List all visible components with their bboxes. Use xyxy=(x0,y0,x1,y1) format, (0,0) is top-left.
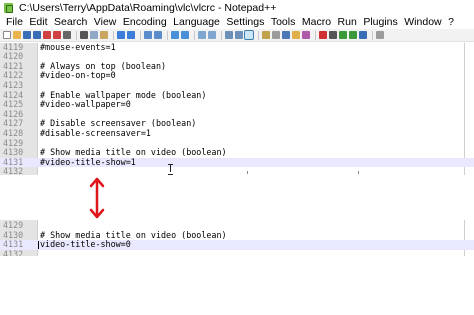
toolbar xyxy=(0,29,474,42)
word-wrap-icon[interactable] xyxy=(225,31,233,39)
line-text: video-title-show=0 xyxy=(40,239,131,250)
menu-search[interactable]: Search xyxy=(54,16,87,28)
find-icon[interactable] xyxy=(144,31,152,39)
stop-record-icon[interactable] xyxy=(329,31,337,39)
indent-guide-icon[interactable] xyxy=(244,30,254,40)
menu-edit[interactable]: Edit xyxy=(29,16,47,28)
editor-line[interactable]: 4128 #disable-screensaver=1 xyxy=(0,127,474,139)
close-icon[interactable] xyxy=(43,31,51,39)
toolbar-separator xyxy=(167,30,168,40)
toolbar-separator xyxy=(372,30,373,40)
zoom-in-icon[interactable] xyxy=(171,31,179,39)
close-all-icon[interactable] xyxy=(53,31,61,39)
editor-line[interactable]: 4122 #video-on-top=0 xyxy=(0,71,474,81)
menu-settings[interactable]: Settings xyxy=(226,16,264,28)
redo-icon[interactable] xyxy=(127,31,135,39)
save-icon[interactable] xyxy=(23,31,31,39)
line-text: #video-on-top=0 xyxy=(40,70,116,81)
zoom-out-icon[interactable] xyxy=(181,31,189,39)
menu-tools[interactable]: Tools xyxy=(271,16,296,28)
extra-icon[interactable] xyxy=(376,31,384,39)
sync-horizontal-icon[interactable] xyxy=(208,31,216,39)
sync-vertical-icon[interactable] xyxy=(198,31,206,39)
editor-line[interactable]: 4125 #video-wallpaper=0 xyxy=(0,99,474,110)
mouse-ibeam-cursor xyxy=(168,164,173,175)
function-list-icon[interactable] xyxy=(282,31,290,39)
doc-map-icon[interactable] xyxy=(272,31,280,39)
editor-line[interactable]: 4132 xyxy=(0,167,474,175)
paste-icon[interactable] xyxy=(100,31,108,39)
menu-encoding[interactable]: Encoding xyxy=(123,16,167,28)
menu-bar: File Edit Search View Encoding Language Settin… xyxy=(0,15,474,29)
monitoring-icon[interactable] xyxy=(302,31,310,39)
menu-language[interactable]: Language xyxy=(173,16,220,28)
editor-pane-bottom[interactable]: 4129 4130 # Show media title on video (boo… xyxy=(0,220,474,256)
toolbar-separator xyxy=(140,30,141,40)
double-headed-arrow xyxy=(89,177,105,219)
open-file-icon[interactable] xyxy=(13,31,21,39)
print-icon[interactable] xyxy=(63,31,71,39)
menu-macro[interactable]: Macro xyxy=(302,16,331,28)
line-text: #disable-screensaver=1 xyxy=(40,127,151,138)
editor-line[interactable]: 4131 #video-title-show=1 xyxy=(0,156,474,168)
save-macro-icon[interactable] xyxy=(359,31,367,39)
show-all-chars-icon[interactable] xyxy=(235,31,243,39)
window-title: C:\Users\Terry\AppData\Roaming\vlc\vlcrc… xyxy=(19,1,277,14)
toolbar-separator xyxy=(315,30,316,40)
editor-pane-top[interactable]: 4119 #mouse-events=1 4120 4121 # Always on t… xyxy=(0,43,474,175)
line-text: #video-wallpaper=0 xyxy=(40,99,131,110)
copy-icon[interactable] xyxy=(90,31,98,39)
editor-line[interactable]: 4132 xyxy=(0,248,474,256)
run-multiple-icon[interactable] xyxy=(349,31,357,39)
lang-define-icon[interactable] xyxy=(262,31,270,39)
record-macro-icon[interactable] xyxy=(319,31,327,39)
menu-run[interactable]: Run xyxy=(338,16,357,28)
toolbar-separator xyxy=(221,30,222,40)
line-text: #video-title-show=1 xyxy=(40,156,136,167)
undo-icon[interactable] xyxy=(117,31,125,39)
line-text: #mouse-events=1 xyxy=(40,43,116,52)
title-bar: C:\Users\Terry\AppData\Roaming\vlc\vlcrc… xyxy=(0,0,474,15)
toolbar-separator xyxy=(194,30,195,40)
menu-file[interactable]: File xyxy=(6,16,23,28)
new-file-icon[interactable] xyxy=(3,31,11,39)
editor-line[interactable]: 4131 video-title-show=0 xyxy=(0,240,474,250)
menu-help[interactable]: ? xyxy=(448,16,454,28)
menu-window[interactable]: Window xyxy=(404,16,441,28)
menu-plugins[interactable]: Plugins xyxy=(363,16,397,28)
folder-workspace-icon[interactable] xyxy=(292,31,300,39)
text-caret xyxy=(38,241,39,250)
replace-icon[interactable] xyxy=(154,31,162,39)
editor-line[interactable]: 4119 #mouse-events=1 xyxy=(0,43,474,52)
playback-icon[interactable] xyxy=(339,31,347,39)
notepad-plus-plus-icon xyxy=(4,2,13,13)
toolbar-separator xyxy=(76,30,77,40)
cut-icon[interactable] xyxy=(80,31,88,39)
menu-view[interactable]: View xyxy=(94,16,117,28)
line-number: 4132 xyxy=(3,166,24,175)
toolbar-separator xyxy=(113,30,114,40)
toolbar-separator xyxy=(258,30,259,40)
save-all-icon[interactable] xyxy=(33,31,41,39)
line-number: 4132 xyxy=(3,248,24,256)
